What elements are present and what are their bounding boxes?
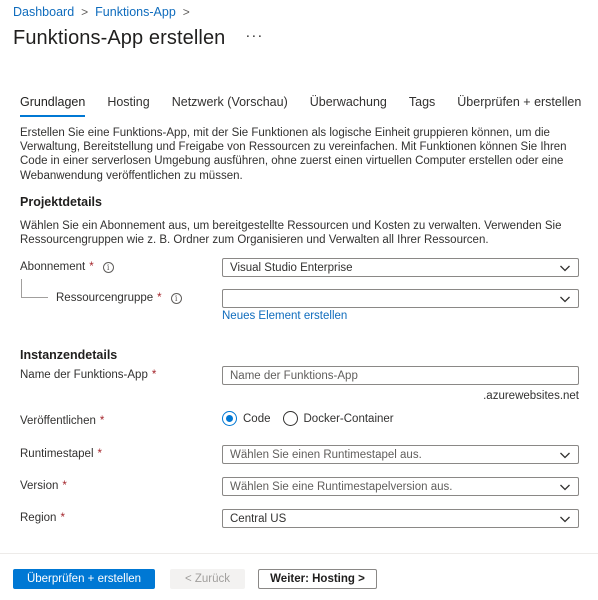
app-name-input[interactable]: Name der Funktions-App bbox=[222, 366, 579, 385]
subscription-dropdown[interactable]: Visual Studio Enterprise bbox=[222, 258, 579, 277]
breadcrumb-functions-app[interactable]: Funktions-App bbox=[95, 5, 176, 19]
radio-code[interactable] bbox=[222, 411, 237, 426]
required-marker: * bbox=[157, 292, 162, 304]
tree-connector-horizontal bbox=[21, 297, 48, 298]
required-marker: * bbox=[60, 512, 65, 524]
chevron-down-icon bbox=[560, 452, 570, 459]
version-dropdown[interactable]: Wählen Sie eine Runtimestapelversion aus… bbox=[222, 477, 579, 496]
tab-tags[interactable]: Tags bbox=[409, 95, 435, 117]
app-name-label: Name der Funktions-App * bbox=[20, 369, 156, 381]
runtime-label: Runtimestapel * bbox=[20, 448, 102, 460]
version-label: Version * bbox=[20, 480, 67, 492]
chevron-down-icon bbox=[560, 516, 570, 523]
subscription-value: Visual Studio Enterprise bbox=[230, 261, 353, 274]
chevron-down-icon bbox=[560, 484, 570, 491]
region-value: Central US bbox=[230, 512, 287, 525]
resource-group-label: Ressourcengruppe * i bbox=[56, 292, 182, 304]
publish-label: Veröffentlichen * bbox=[20, 415, 104, 427]
required-marker: * bbox=[99, 415, 105, 427]
next-hosting-button[interactable]: Weiter: Hosting > bbox=[258, 569, 377, 589]
review-create-button[interactable]: Überprüfen + erstellen bbox=[13, 569, 155, 589]
tab-hosting[interactable]: Hosting bbox=[107, 95, 149, 117]
subscription-label: Abonnement * i bbox=[20, 261, 114, 273]
tab-grundlagen[interactable]: Grundlagen bbox=[20, 95, 86, 117]
runtime-placeholder: Wählen Sie einen Runtimestapel aus. bbox=[230, 448, 422, 461]
tab-bar: Grundlagen Hosting Netzwerk (Vorschau) Ü… bbox=[20, 95, 598, 117]
required-marker: * bbox=[62, 480, 67, 492]
runtime-label-text: Runtimestapel bbox=[20, 448, 94, 460]
back-button[interactable]: < Zurück bbox=[170, 569, 245, 589]
domain-suffix: .azurewebsites.net bbox=[483, 390, 579, 402]
tab-ueberwachung[interactable]: Überwachung bbox=[310, 95, 387, 117]
tab-ueberpruefen[interactable]: Überprüfen + erstellen bbox=[457, 95, 581, 117]
project-details-heading: Projektdetails bbox=[20, 195, 102, 209]
breadcrumb-separator: > bbox=[182, 5, 190, 19]
radio-code-label[interactable]: Code bbox=[243, 413, 271, 425]
intro-text: Erstellen Sie eine Funktions-App, mit de… bbox=[20, 127, 567, 182]
page-title: Funktions-App erstellen bbox=[13, 27, 226, 49]
breadcrumb: Dashboard > Funktions-App > bbox=[13, 5, 197, 19]
breadcrumb-dashboard[interactable]: Dashboard bbox=[13, 5, 74, 19]
resource-group-label-text: Ressourcengruppe bbox=[56, 292, 154, 304]
resource-group-dropdown[interactable] bbox=[222, 289, 579, 308]
version-placeholder: Wählen Sie eine Runtimestapelversion aus… bbox=[230, 480, 453, 493]
required-marker: * bbox=[151, 369, 157, 381]
radio-selected-dot bbox=[226, 415, 233, 422]
info-icon[interactable]: i bbox=[170, 292, 182, 304]
publish-label-text: Veröffentlichen bbox=[20, 415, 96, 427]
create-new-resource-group-link[interactable]: Neues Element erstellen bbox=[222, 310, 347, 322]
runtime-dropdown[interactable]: Wählen Sie einen Runtimestapel aus. bbox=[222, 445, 579, 464]
tree-connector-vertical bbox=[21, 279, 22, 297]
region-label: Region * bbox=[20, 512, 65, 524]
app-name-label-text: Name der Funktions-App bbox=[20, 369, 148, 381]
chevron-down-icon bbox=[560, 265, 570, 272]
app-name-placeholder: Name der Funktions-App bbox=[230, 369, 358, 382]
breadcrumb-separator: > bbox=[81, 5, 89, 19]
region-dropdown[interactable]: Central US bbox=[222, 509, 579, 528]
version-label-text: Version bbox=[20, 480, 59, 492]
project-details-description: Wählen Sie ein Abonnement aus, um bereit… bbox=[20, 220, 562, 247]
publish-radio-group: Code Docker-Container bbox=[222, 411, 402, 426]
required-marker: * bbox=[97, 448, 102, 460]
radio-docker-label[interactable]: Docker-Container bbox=[304, 413, 394, 425]
more-options-icon[interactable]: ··· bbox=[245, 27, 263, 44]
title-row: Funktions-App erstellen ··· bbox=[13, 27, 263, 50]
subscription-label-text: Abonnement bbox=[20, 261, 86, 273]
chevron-down-icon bbox=[560, 296, 570, 303]
tab-netzwerk[interactable]: Netzwerk (Vorschau) bbox=[172, 95, 288, 117]
required-marker: * bbox=[89, 261, 94, 273]
region-label-text: Region bbox=[20, 512, 57, 524]
info-icon[interactable]: i bbox=[102, 261, 114, 273]
footer-divider bbox=[0, 553, 598, 554]
instance-details-heading: Instanzendetails bbox=[20, 348, 118, 362]
radio-docker[interactable] bbox=[282, 411, 298, 426]
